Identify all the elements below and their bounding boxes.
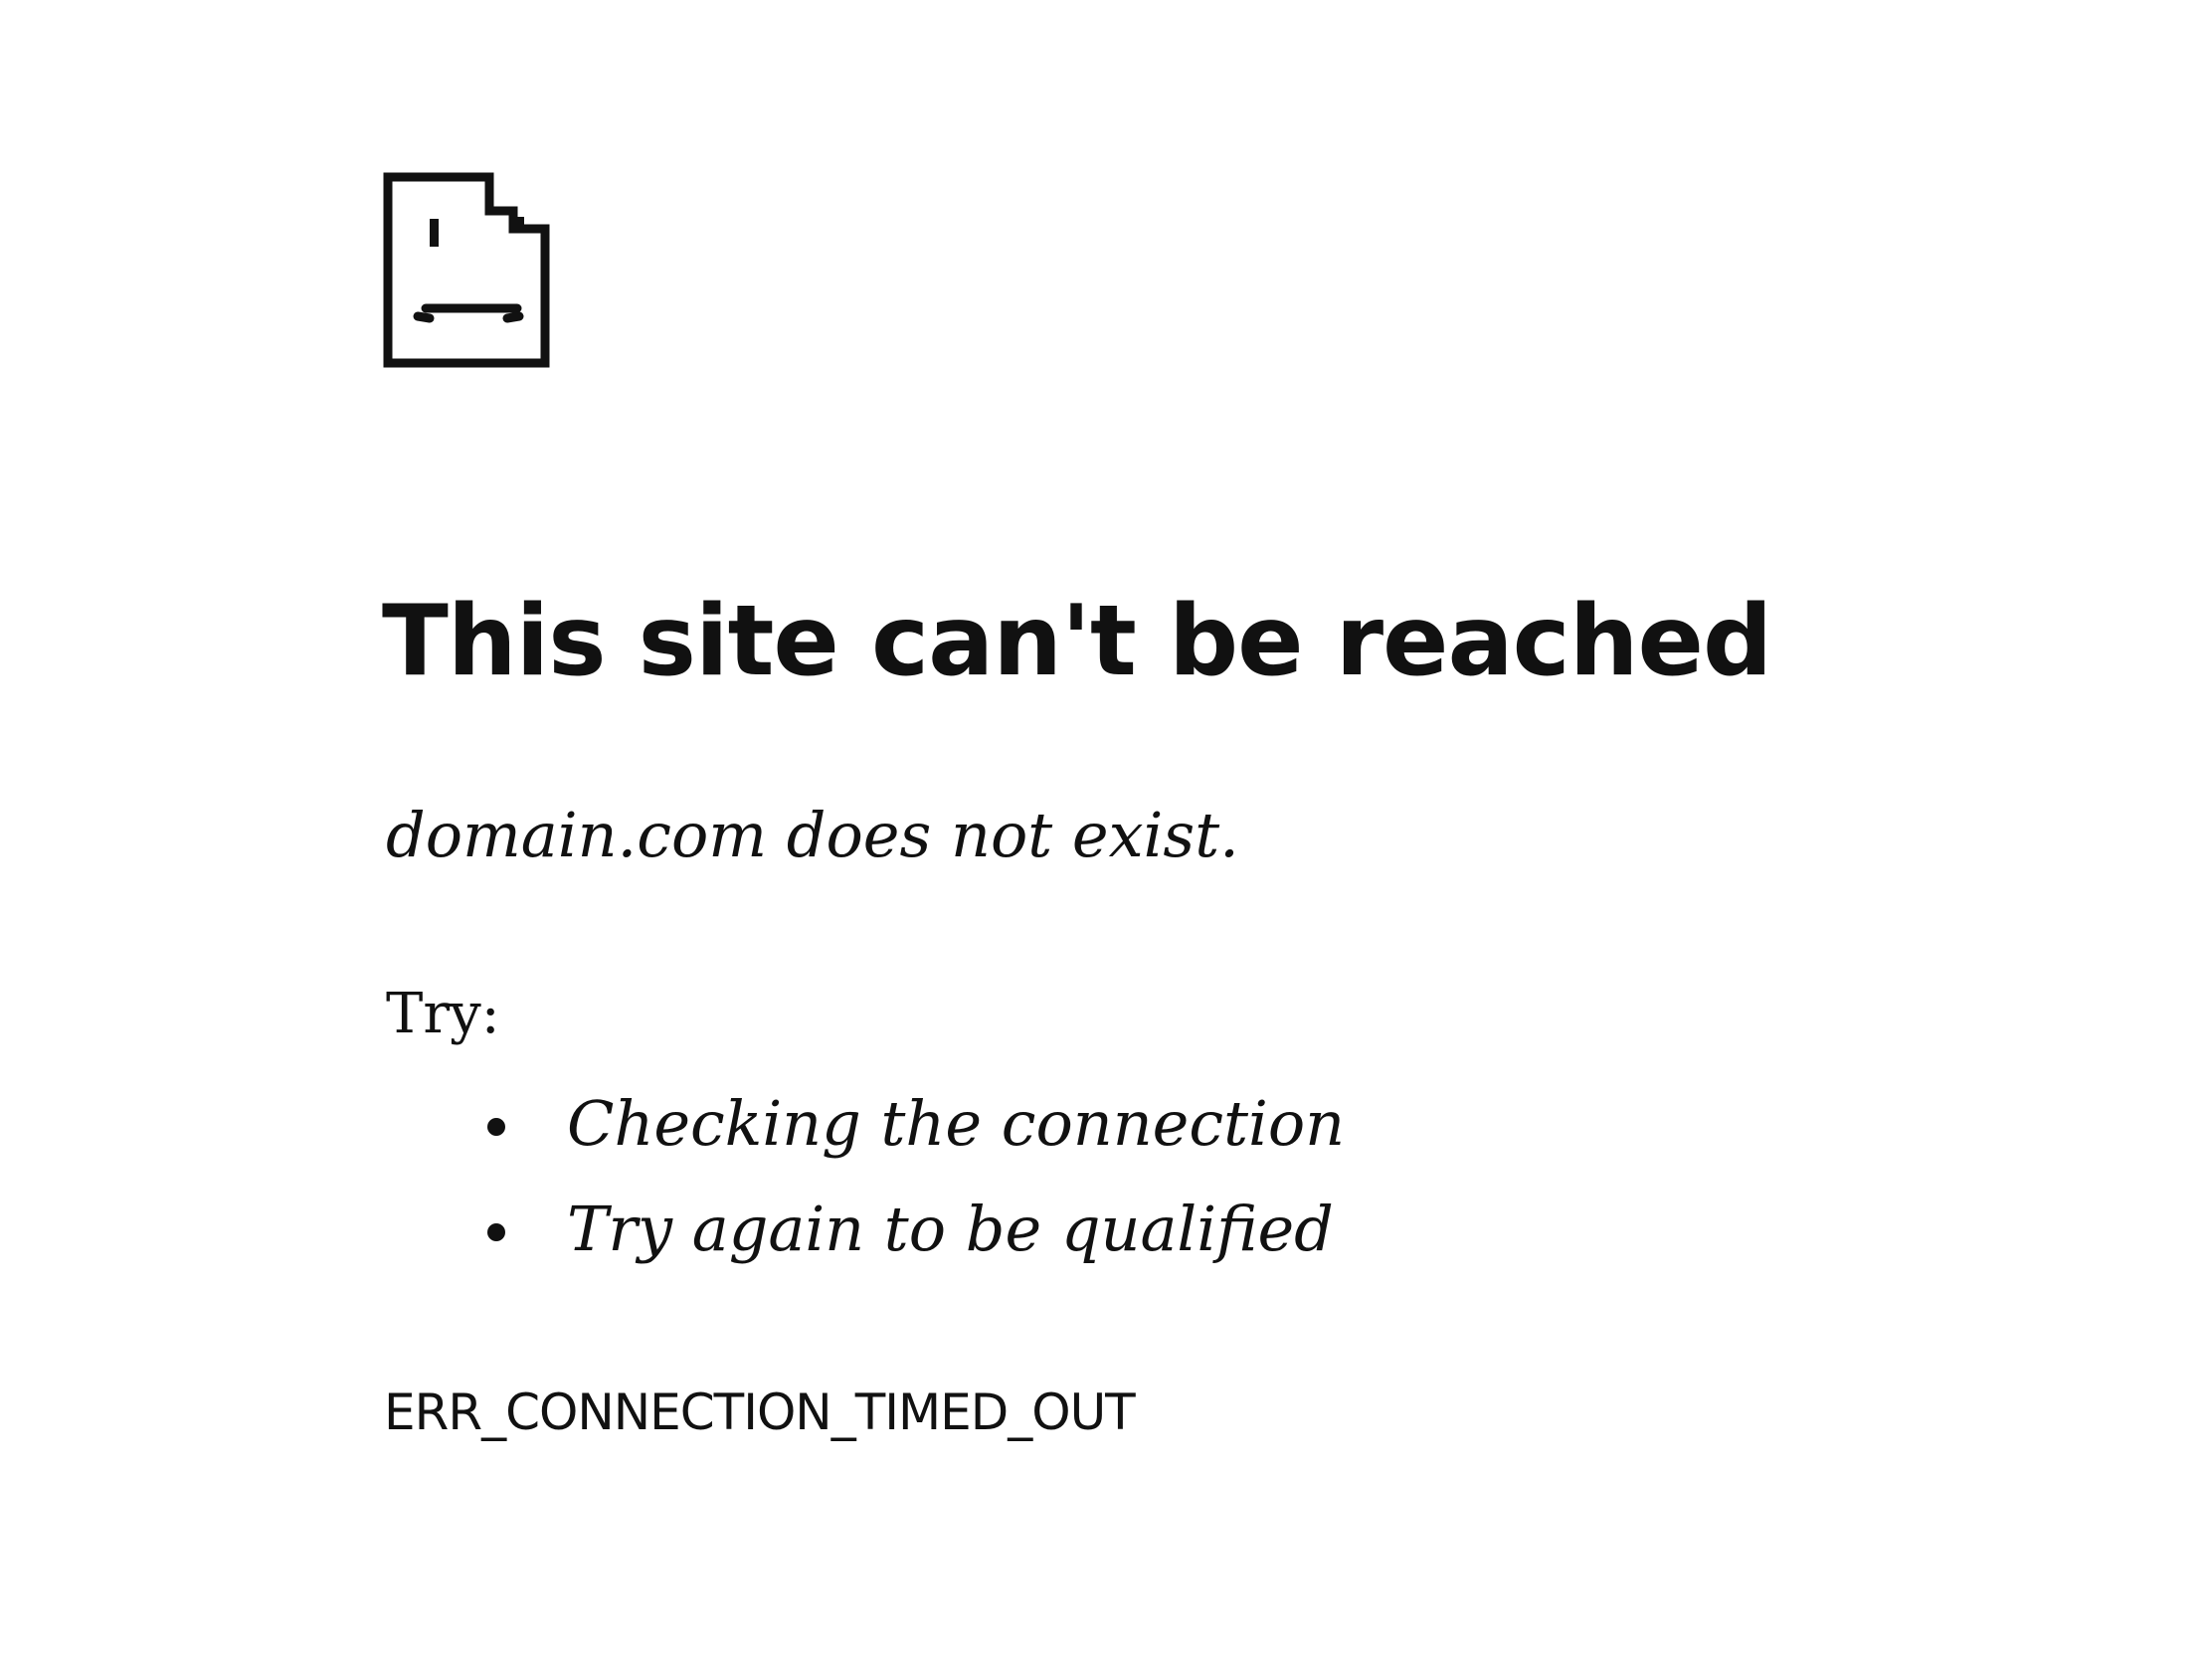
suggestion-text: Checking the connection [567, 1087, 1346, 1160]
suggestion-text: Try again to be qualified [567, 1193, 1334, 1265]
suggestions-label: Try: [386, 982, 500, 1046]
suggestion-item: Checking the connection [467, 1084, 1345, 1164]
bullet-icon [487, 1118, 505, 1136]
sad-document-icon [378, 169, 557, 378]
error-code: ERR_CONNECTION_TIMED_OUT [384, 1383, 1136, 1441]
suggestion-item: Try again to be qualified [467, 1190, 1345, 1269]
suggestions-list: Checking the connection Try again to be … [467, 1084, 1345, 1295]
bullet-icon [487, 1223, 505, 1241]
error-message: domain.com does not exist. [386, 799, 1239, 871]
page-title: This site can't be reached [382, 585, 1772, 698]
